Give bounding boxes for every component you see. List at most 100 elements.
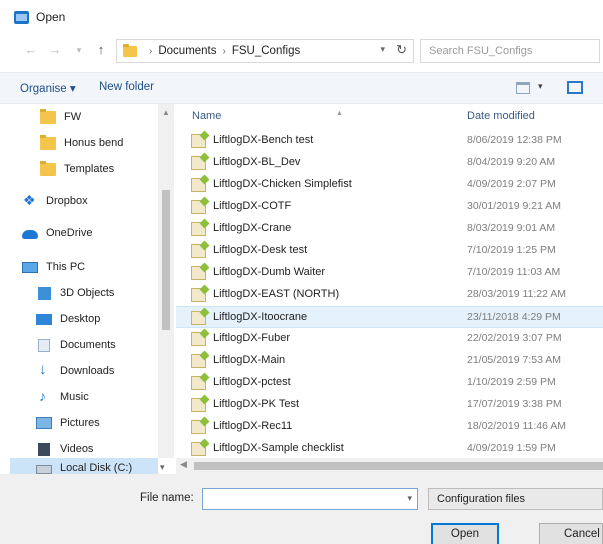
nav-item-downloads[interactable]: Downloads xyxy=(0,358,158,384)
file-name: LiftlogDX-Dumb Waiter xyxy=(213,266,326,278)
dropbox-icon xyxy=(22,192,38,209)
address-row: ← → ▾ ↑ › Documents › FSU_Configs ▾ ↻ Se… xyxy=(0,36,603,66)
nav-item-desktop[interactable]: Desktop xyxy=(0,306,158,332)
file-row[interactable]: LiftlogDX-Dumb Waiter 7/10/2019 11:03 AM xyxy=(176,262,603,284)
file-date-modified: 22/02/2019 3:07 PM xyxy=(467,332,562,344)
file-row[interactable]: LiftlogDX-Desk test 7/10/2019 1:25 PM xyxy=(176,240,603,262)
file-name: LiftlogDX-Chicken Simplefist xyxy=(213,178,352,190)
document-icon xyxy=(38,338,50,352)
nav-item-dropbox[interactable]: Dropbox xyxy=(0,188,158,214)
file-list: Name ▲ Date modified LiftlogDX-Bench test… xyxy=(176,104,603,456)
music-icon xyxy=(36,388,52,404)
address-bar[interactable]: › Documents › FSU_Configs ▾ ↻ xyxy=(116,39,414,63)
file-type-filter[interactable]: Configuration files xyxy=(428,488,603,510)
config-file-icon xyxy=(191,178,206,192)
file-date-modified: 17/07/2019 3:38 PM xyxy=(467,398,562,410)
file-date-modified: 7/10/2019 1:25 PM xyxy=(467,244,556,256)
breadcrumb-separator: › xyxy=(222,45,226,57)
address-dropdown-icon[interactable]: ▾ xyxy=(380,44,385,55)
folder-icon xyxy=(123,43,137,57)
file-row[interactable]: LiftlogDX-pctest 1/10/2019 2:59 PM xyxy=(176,372,603,394)
nav-item-fw[interactable]: FW xyxy=(0,104,158,130)
up-arrow-icon[interactable]: ↑ xyxy=(92,41,110,59)
nav-item-templates[interactable]: Templates xyxy=(0,156,158,182)
cube-icon xyxy=(38,286,51,300)
command-bar: Organise ▾ New folder ▾ xyxy=(0,72,603,104)
search-input[interactable]: Search FSU_Configs xyxy=(420,39,600,63)
title-bar: Open xyxy=(0,0,603,34)
file-name: LiftlogDX-PK Test xyxy=(213,398,300,410)
new-folder-button[interactable]: New folder xyxy=(99,81,154,93)
file-row[interactable]: LiftlogDX-Rec11 18/02/2019 11:46 AM xyxy=(176,416,603,438)
file-name: LiftlogDX-Main xyxy=(213,354,286,366)
nav-item-pictures[interactable]: Pictures xyxy=(0,410,158,436)
view-dropdown-icon[interactable]: ▾ xyxy=(538,81,543,92)
file-row[interactable]: LiftlogDX-Itoocrane 23/11/2018 4:29 PM xyxy=(176,306,603,328)
desktop-icon xyxy=(36,313,52,325)
expand-chevron-icon[interactable]: ▾ xyxy=(160,462,165,473)
file-row[interactable]: LiftlogDX-BL_Dev 8/04/2019 9:20 AM xyxy=(176,152,603,174)
config-file-icon xyxy=(191,420,206,434)
open-button[interactable]: Open xyxy=(431,523,499,544)
file-name: LiftlogDX-EAST (NORTH) xyxy=(213,288,340,300)
config-file-icon xyxy=(191,200,206,214)
nav-item-onedrive[interactable]: OneDrive xyxy=(0,220,158,246)
disk-icon xyxy=(36,465,52,474)
back-arrow-icon[interactable]: ← xyxy=(22,41,40,59)
breadcrumb-fsu-configs[interactable]: FSU_Configs xyxy=(232,45,300,57)
column-header-date-modified[interactable]: Date modified xyxy=(467,110,535,128)
nav-scrollbar[interactable]: ▲ xyxy=(158,104,174,458)
nav-scroll-thumb[interactable] xyxy=(162,190,170,330)
file-date-modified: 1/10/2019 2:59 PM xyxy=(467,376,556,388)
horizontal-scrollbar[interactable]: ◀ xyxy=(176,458,603,474)
nav-item-music[interactable]: Music xyxy=(0,384,158,410)
file-name: LiftlogDX-COTF xyxy=(213,200,292,212)
file-name-dropdown-icon[interactable]: ▾ xyxy=(407,493,412,504)
config-file-icon xyxy=(191,398,206,412)
refresh-icon[interactable]: ↻ xyxy=(396,42,407,58)
file-date-modified: 30/01/2019 9:21 AM xyxy=(467,200,561,212)
forward-arrow-icon[interactable]: → xyxy=(46,41,64,59)
file-row[interactable]: LiftlogDX-EAST (NORTH) 28/03/2019 11:22 A… xyxy=(176,284,603,306)
nav-item-documents[interactable]: Documents xyxy=(0,332,158,358)
file-name: LiftlogDX-Rec11 xyxy=(213,420,293,432)
organise-button[interactable]: Organise ▾ xyxy=(20,81,76,95)
file-date-modified: 4/09/2019 2:07 PM xyxy=(467,178,556,190)
file-row[interactable]: LiftlogDX-Main 21/05/2019 7:53 AM xyxy=(176,350,603,372)
config-file-icon xyxy=(191,442,206,456)
horizontal-scroll-thumb[interactable] xyxy=(194,462,603,470)
cancel-button[interactable]: Cancel xyxy=(539,523,603,544)
file-row[interactable]: LiftlogDX-Crane 8/03/2019 9:01 AM xyxy=(176,218,603,240)
config-file-icon xyxy=(191,244,206,258)
file-row[interactable]: LiftlogDX-Sample checklist 4/09/2019 1:59… xyxy=(176,438,603,460)
file-date-modified: 21/05/2019 7:53 AM xyxy=(467,354,561,366)
file-row[interactable]: LiftlogDX-Chicken Simplefist 4/09/2019 2:… xyxy=(176,174,603,196)
file-name-field[interactable]: ▾ xyxy=(202,488,418,510)
config-file-icon xyxy=(191,332,206,346)
window-title: Open xyxy=(36,10,66,24)
file-date-modified: 4/09/2019 1:59 PM xyxy=(467,442,556,454)
file-name: LiftlogDX-Sample checklist xyxy=(213,442,344,454)
preview-pane-icon[interactable] xyxy=(567,81,583,94)
folder-icon xyxy=(40,108,56,124)
scroll-up-icon[interactable]: ▲ xyxy=(162,108,170,117)
file-row[interactable]: LiftlogDX-Fuber 22/02/2019 3:07 PM xyxy=(176,328,603,350)
recent-locations-chevron-icon[interactable]: ▾ xyxy=(70,41,88,59)
file-date-modified: 8/06/2019 12:38 PM xyxy=(467,134,562,146)
nav-item-3d-objects[interactable]: 3D Objects xyxy=(0,280,158,306)
dialog-icon xyxy=(14,10,29,24)
nav-item-this-pc[interactable]: This PC xyxy=(0,254,158,280)
config-file-icon xyxy=(191,311,206,325)
file-row[interactable]: LiftlogDX-COTF 30/01/2019 9:21 AM xyxy=(176,196,603,218)
column-header-name[interactable]: Name ▲ xyxy=(192,110,343,128)
file-date-modified: 8/03/2019 9:01 AM xyxy=(467,222,556,234)
scroll-left-icon[interactable]: ◀ xyxy=(180,459,187,470)
nav-item-honus-bend[interactable]: Honus bend xyxy=(0,130,158,156)
file-name-input[interactable] xyxy=(203,489,393,509)
file-row[interactable]: LiftlogDX-PK Test 17/07/2019 3:38 PM xyxy=(176,394,603,416)
file-name-label: File name: xyxy=(140,492,194,504)
navigation-pane: FW Honus bend Templates Dropbox OneDrive… xyxy=(0,104,175,458)
file-row[interactable]: LiftlogDX-Bench test 8/06/2019 12:38 PM xyxy=(176,130,603,152)
breadcrumb-documents[interactable]: Documents xyxy=(158,45,216,57)
view-options-icon[interactable] xyxy=(516,82,530,94)
